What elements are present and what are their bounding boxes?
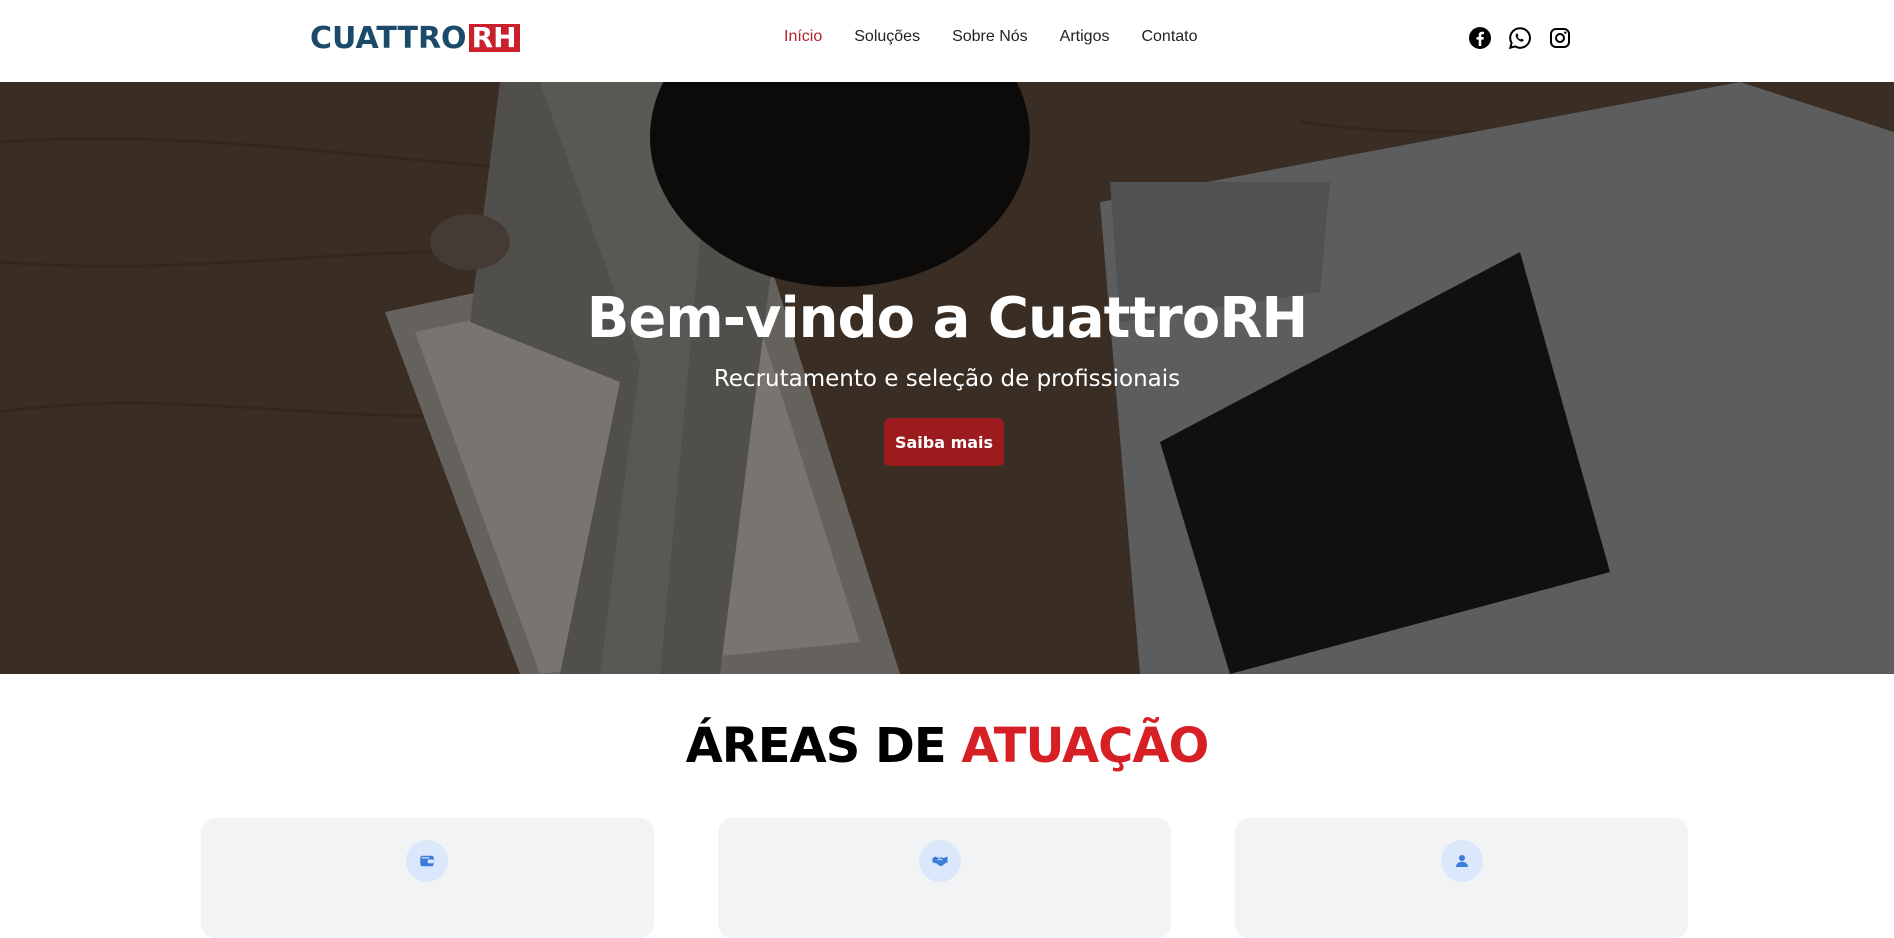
logo-accent-text: RH (468, 24, 520, 52)
handshake-icon (919, 840, 961, 882)
hero-banner: Bem-vindo a CuattroRH Recrutamento e sel… (0, 82, 1894, 674)
hero-title: Bem-vindo a CuattroRH (586, 286, 1309, 351)
nav-item-inicio[interactable]: Início (784, 28, 822, 46)
hero-subtitle: Recrutamento e seleção de profissionais (713, 366, 1181, 392)
areas-section-title: ÁREAS DE ATUAÇÃO (0, 718, 1894, 774)
user-icon (1441, 840, 1483, 882)
logo-text: CUATTRO (310, 20, 467, 56)
nav-item-artigos[interactable]: Artigos (1060, 28, 1110, 46)
areas-title-part2: ATUAÇÃO (961, 718, 1209, 774)
social-links (1468, 26, 1588, 50)
nav-item-contato[interactable]: Contato (1141, 28, 1197, 46)
instagram-icon[interactable] (1548, 26, 1572, 50)
saiba-mais-button[interactable]: Saiba mais (884, 418, 1004, 466)
area-card-3[interactable] (1235, 818, 1688, 938)
areas-title-part1: ÁREAS DE (685, 718, 962, 774)
area-card-1[interactable] (201, 818, 654, 938)
area-card-2[interactable] (718, 818, 1171, 938)
nav-item-sobre-nos[interactable]: Sobre Nós (952, 28, 1028, 46)
nav-item-solucoes[interactable]: Soluções (854, 28, 920, 46)
whatsapp-icon[interactable] (1508, 26, 1532, 50)
logo[interactable]: CUATTRO RH (310, 20, 520, 56)
site-header: CUATTRO RH Início Soluções Sobre Nós Arti… (0, 0, 1894, 82)
main-nav: Início Soluções Sobre Nós Artigos Contat… (784, 28, 1230, 46)
wallet-icon (406, 840, 448, 882)
facebook-icon[interactable] (1468, 26, 1492, 50)
